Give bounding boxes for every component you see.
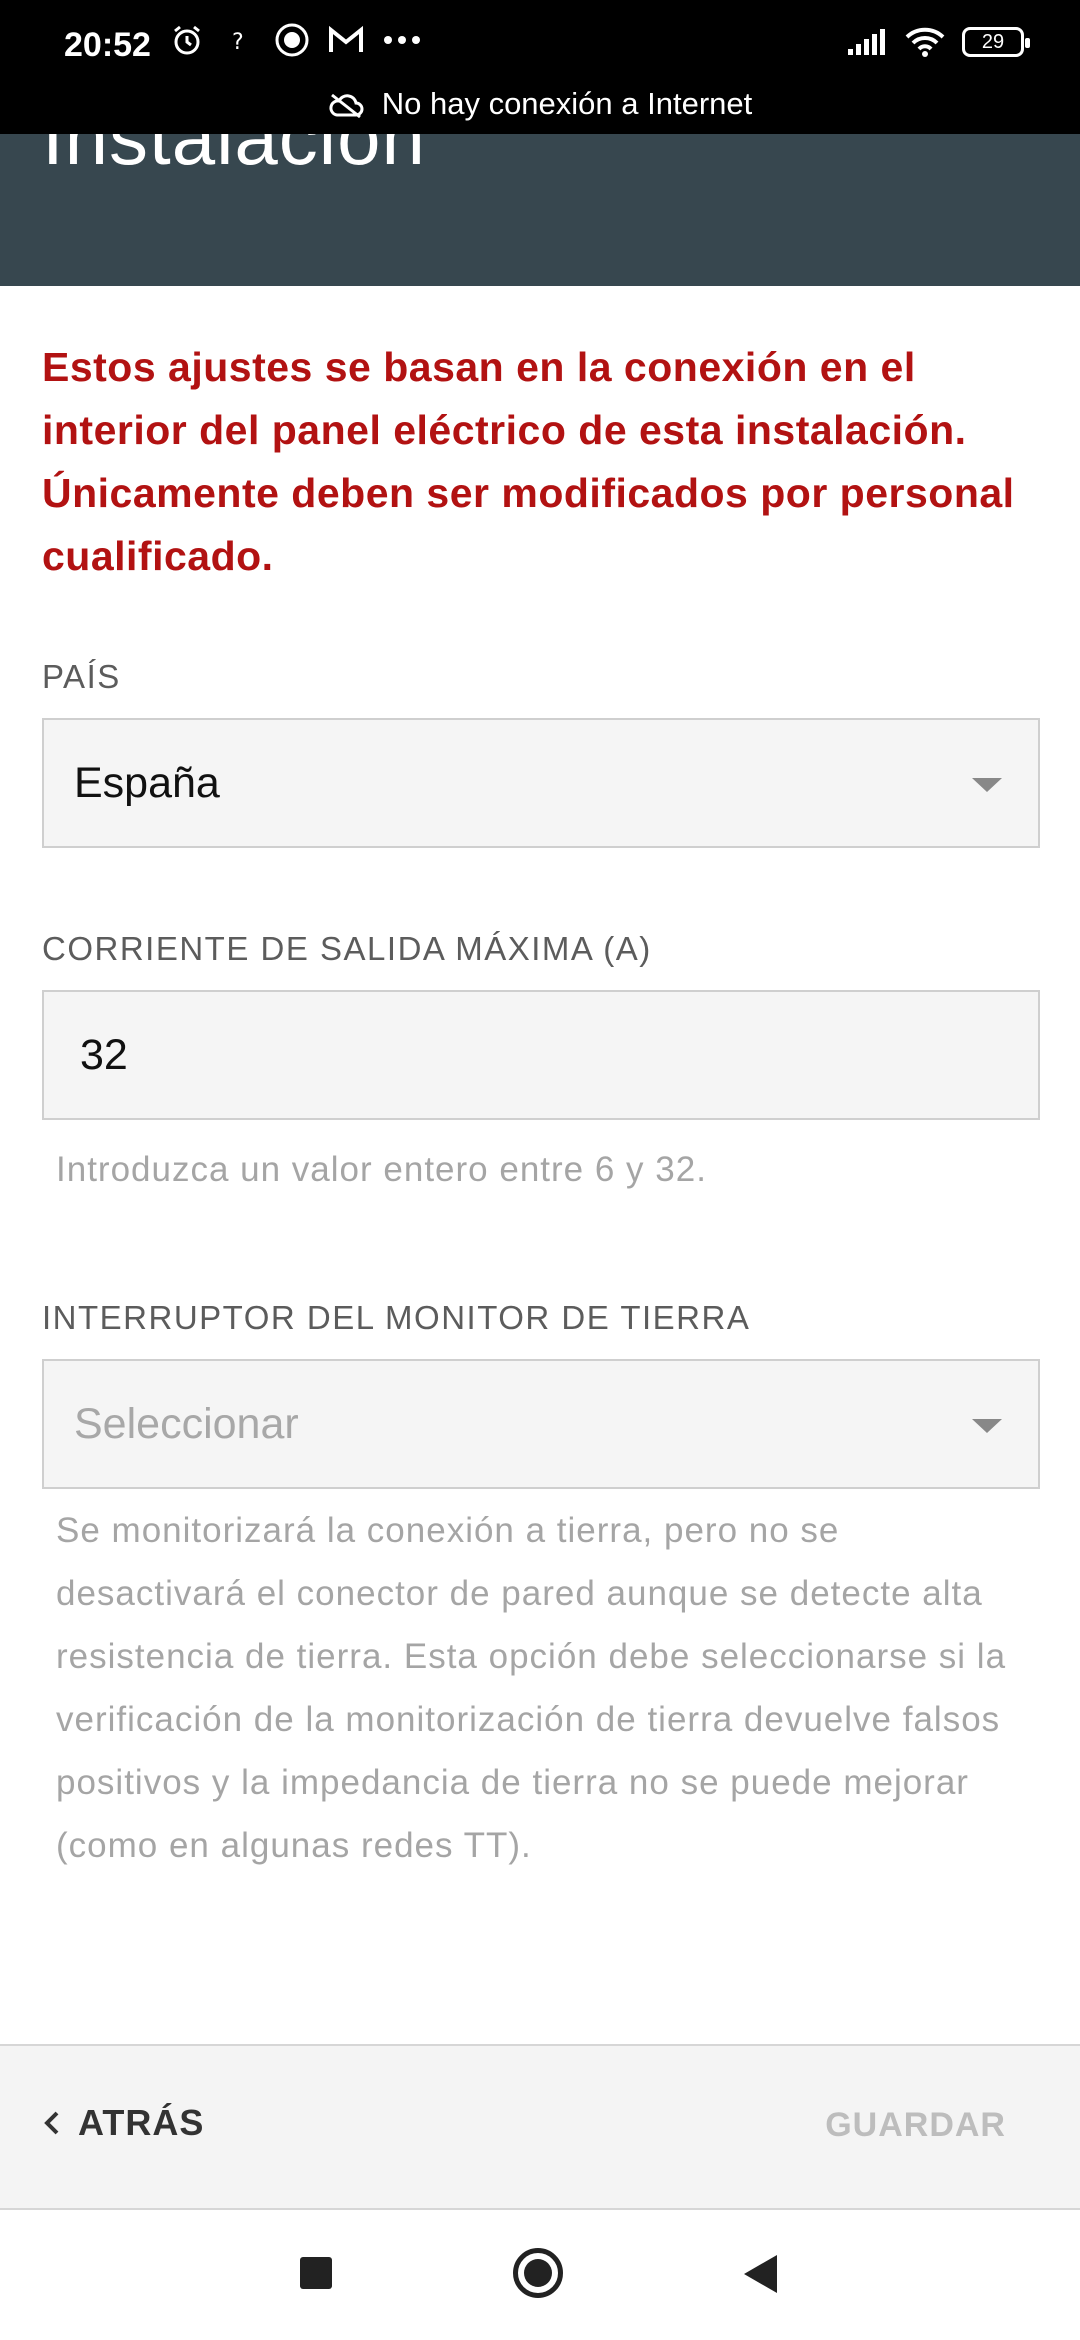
country-label: PAÍS [42, 658, 121, 695]
back-nav-button[interactable] [744, 2255, 777, 2293]
max-current-helper: Introduzca un valor entero entre 6 y 32. [56, 1150, 707, 1189]
back-button[interactable]: ATRÁS [42, 2102, 204, 2144]
country-select[interactable]: España [42, 718, 1040, 848]
save-button[interactable]: GUARDAR [825, 2106, 1006, 2145]
recents-button[interactable] [300, 2257, 332, 2289]
max-current-label: CORRIENTE DE SALIDA MÁXIMA (A) [42, 930, 652, 967]
max-current-input[interactable]: 32 [42, 990, 1040, 1120]
more-icon [384, 36, 420, 44]
home-button[interactable] [513, 2248, 563, 2298]
max-current-value: 32 [80, 1030, 128, 1079]
clock: 20:52 [64, 26, 151, 64]
alarm-icon [174, 25, 200, 55]
chevron-down-icon [972, 1419, 1002, 1433]
battery-level: 29 [981, 30, 1005, 53]
battery-icon: 29 [962, 27, 1030, 57]
connection-text: No hay conexión a Internet [381, 86, 753, 121]
status-bar: 20:52 ? 29 No hay conexión a Internet [0, 0, 1080, 134]
chevron-down-icon [972, 778, 1002, 792]
signal-icon [848, 29, 885, 55]
country-value: España [74, 758, 220, 807]
wifi-help-icon: ? [232, 30, 244, 55]
system-icons: 29 [846, 26, 1030, 58]
gmail-icon [329, 25, 363, 52]
chevron-left-icon [44, 2111, 59, 2135]
ground-monitor-placeholder: Seleccionar [74, 1399, 299, 1448]
page-header: Instalación [0, 134, 1080, 286]
svg-text:?: ? [232, 30, 244, 55]
action-bar: ATRÁS GUARDAR [0, 2044, 1080, 2210]
wifi-icon [905, 27, 945, 57]
warning-message: Estos ajustes se basan en la conexión en… [42, 344, 1015, 579]
connection-status: No hay conexión a Internet [0, 86, 1080, 122]
back-label: ATRÁS [78, 2102, 205, 2143]
ground-monitor-helper: Se monitorizará la conexión a tierra, pe… [56, 1511, 1007, 1865]
notification-icons: ? [170, 22, 422, 58]
cloud-off-icon [329, 93, 364, 118]
settings-form: Estos ajustes se basan en la conexión en… [42, 286, 1040, 1877]
page-title: Instalación [42, 134, 426, 181]
sync-circle-icon [275, 23, 309, 57]
ground-monitor-label: INTERRUPTOR DEL MONITOR DE TIERRA [42, 1299, 751, 1336]
navigation-bar [0, 2210, 1080, 2340]
ground-monitor-select[interactable]: Seleccionar [42, 1359, 1040, 1489]
